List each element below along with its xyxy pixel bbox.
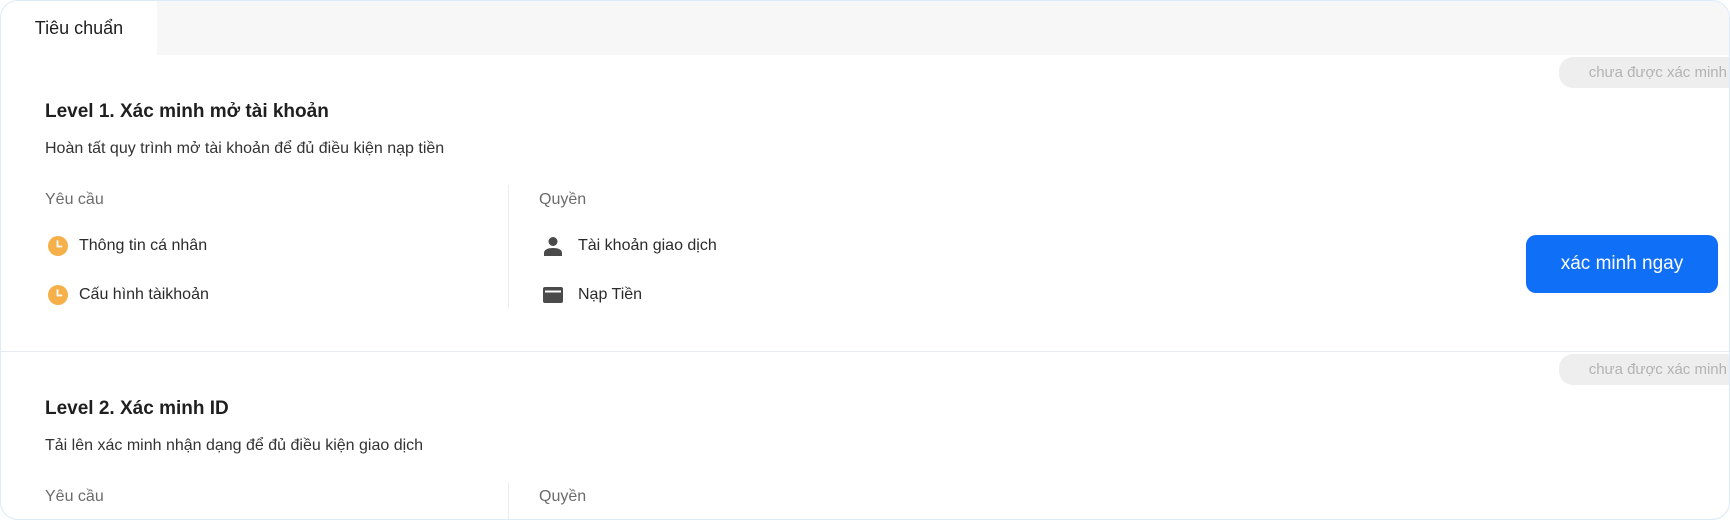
requirement-label: Cấu hình tàikhoản — [79, 286, 209, 303]
clock-pending-icon — [47, 284, 69, 306]
requirements-header: Yêu cầu — [45, 488, 104, 505]
level-description: Tải lên xác minh nhận dạng để đủ điều ki… — [45, 437, 424, 454]
permission-label: Nạp Tiền — [578, 286, 643, 303]
permissions-header: Quyền — [539, 488, 587, 505]
level-title: Level 1. Xác minh mở tài khoản — [45, 101, 329, 122]
permissions-header: Quyền — [539, 191, 587, 208]
column-divider — [508, 185, 509, 309]
user-icon — [542, 235, 564, 257]
requirement-item: Cấu hình tàikhoản — [47, 284, 209, 306]
verification-panel: Tiêu chuẩn chưa được xác minh Level 1. X… — [0, 0, 1730, 520]
clock-pending-icon — [47, 235, 69, 257]
level-2-card: chưa được xác minh Level 2. Xác minh ID … — [1, 352, 1729, 519]
card-icon — [542, 284, 564, 306]
tab-bar: Tiêu chuẩn — [1, 1, 1729, 55]
tab-standard[interactable]: Tiêu chuẩn — [1, 1, 157, 55]
requirement-item: Thông tin cá nhân — [47, 235, 207, 257]
requirement-label: Thông tin cá nhân — [79, 237, 208, 254]
permission-label: Tài khoản giao dịch — [578, 237, 717, 254]
level-title: Level 2. Xác minh ID — [45, 398, 229, 419]
requirements-header: Yêu cầu — [45, 191, 104, 208]
permission-item: Tài khoản giao dịch — [542, 235, 717, 257]
status-badge: chưa được xác minh — [1559, 57, 1729, 88]
permission-item: Nạp Tiền — [542, 284, 642, 306]
column-divider — [508, 482, 509, 519]
status-badge: chưa được xác minh — [1559, 354, 1729, 385]
verify-now-button[interactable]: xác minh ngay — [1526, 235, 1718, 293]
level-description: Hoàn tất quy trình mở tài khoản để đủ đi… — [45, 140, 445, 157]
level-1-card: chưa được xác minh Level 1. Xác minh mở … — [1, 55, 1729, 352]
